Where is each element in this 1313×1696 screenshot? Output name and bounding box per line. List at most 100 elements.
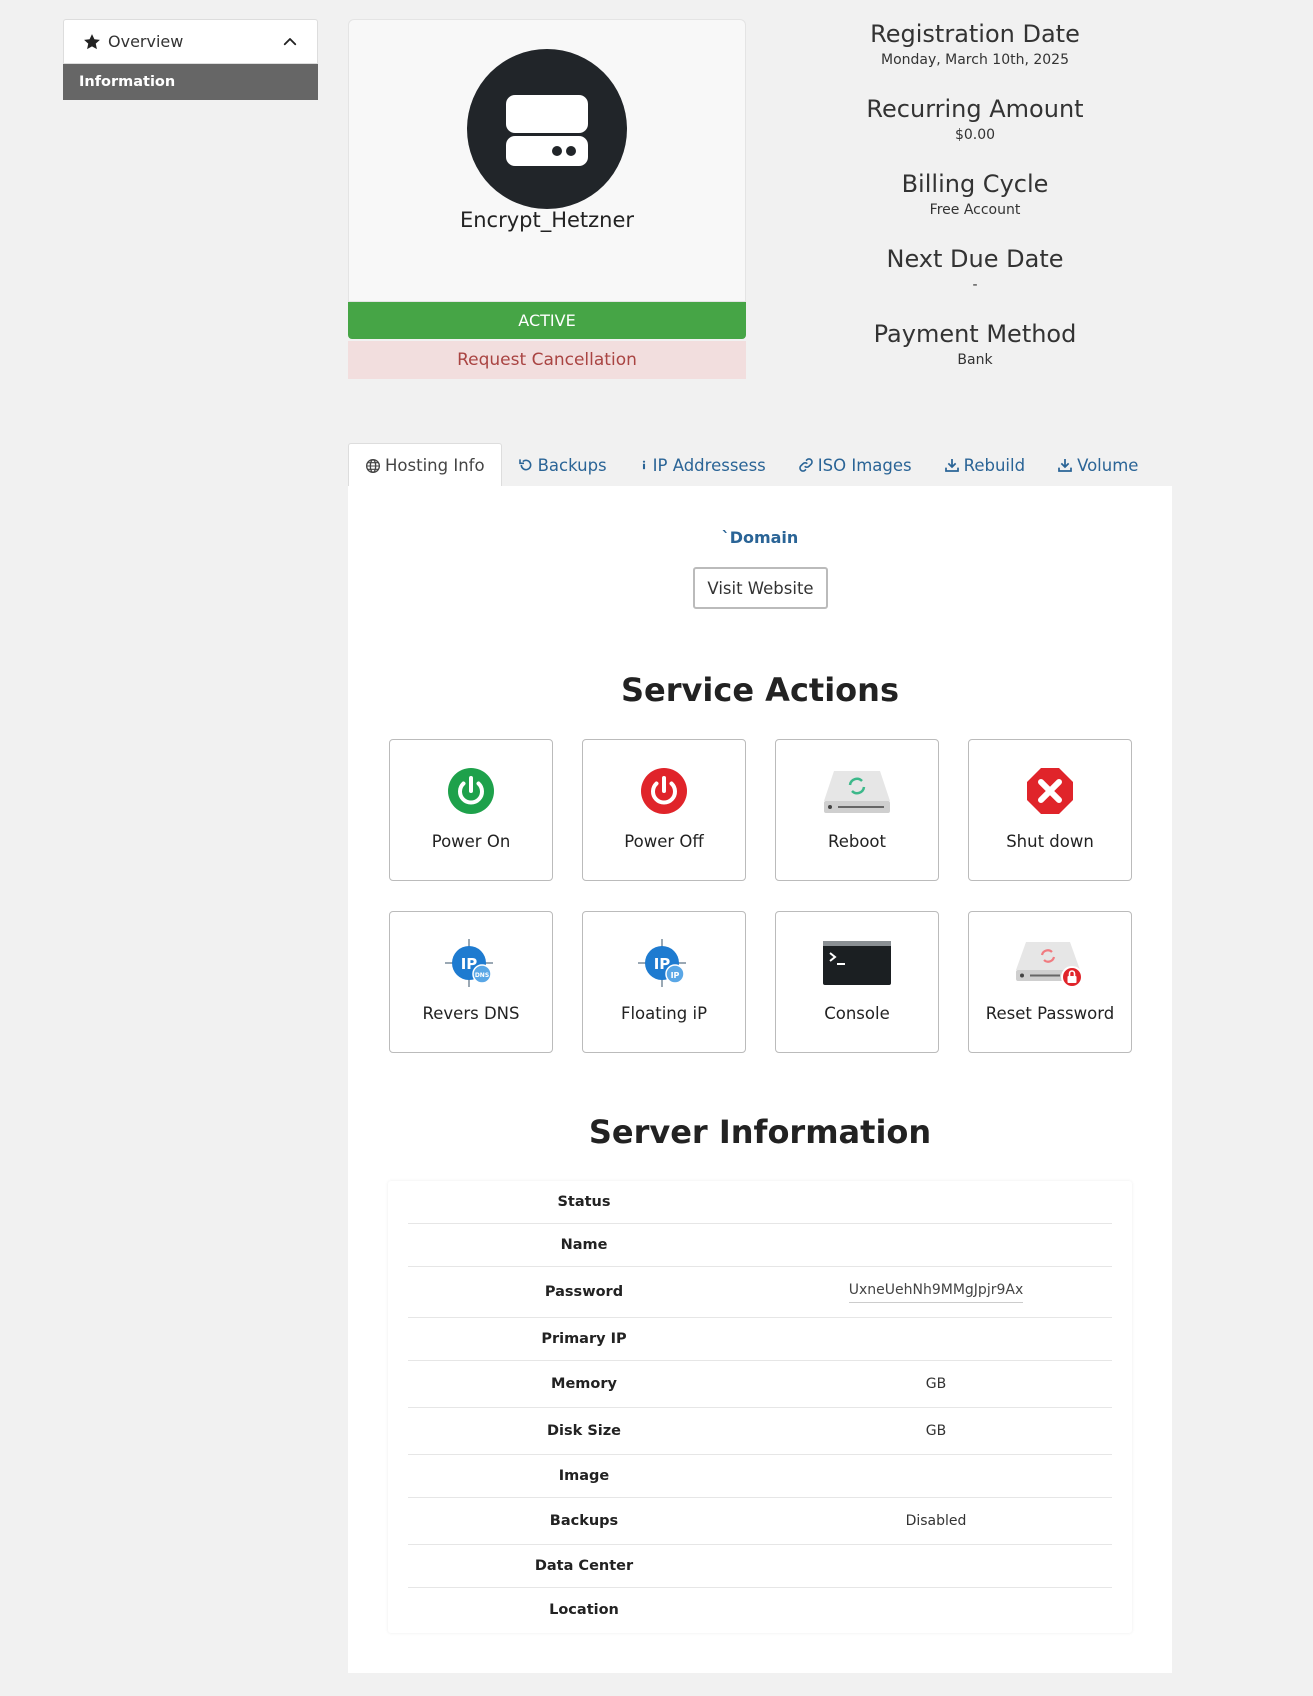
info-value: GB	[925, 1423, 947, 1439]
billing-next-due-date: Next Due Date -	[820, 243, 1130, 318]
server-information-title: Server Information	[588, 1113, 932, 1151]
star-icon	[84, 33, 100, 49]
floating-ip-icon: IP IP	[638, 939, 686, 987]
sidebar-header-overview[interactable]: Overview	[63, 19, 318, 64]
tab-label: Hosting Info	[385, 456, 485, 475]
action-label: Console	[824, 1004, 890, 1023]
sidebar-item-information[interactable]: Information	[63, 64, 318, 100]
info-key: Disk Size	[546, 1423, 621, 1439]
request-cancellation-button[interactable]: Request Cancellation	[348, 341, 746, 379]
tab-label: IP Addressess	[652, 455, 766, 475]
info-key: Backups	[549, 1513, 619, 1529]
svg-text:IP: IP	[671, 971, 680, 980]
billing-info: Registration Date Monday, March 10th, 20…	[820, 18, 1130, 393]
svg-text:DNS: DNS	[475, 972, 489, 979]
info-key: Status	[557, 1194, 611, 1210]
info-key: Memory	[551, 1376, 617, 1392]
reset-password-button[interactable]: Reset Password	[968, 911, 1132, 1053]
reverse-dns-icon: IP DNS	[445, 939, 493, 987]
info-key: Data Center	[534, 1558, 634, 1574]
tab-volume[interactable]: Volume	[1041, 443, 1154, 487]
globe-icon	[366, 458, 380, 473]
floating-ip-button[interactable]: IP IP Floating iP	[582, 911, 746, 1053]
info-key: Name	[560, 1237, 608, 1253]
status-badge: ACTIVE	[348, 302, 746, 339]
console-icon	[823, 941, 891, 985]
download-icon	[1058, 459, 1072, 472]
billing-value: Free Account	[929, 202, 1021, 218]
service-actions-title: Service Actions	[621, 671, 899, 709]
info-key: Image	[558, 1468, 610, 1484]
tab-bar: Hosting Info Backups IP Addressess ISO I…	[348, 443, 1154, 487]
sidebar-header-label: Overview	[108, 32, 184, 51]
info-key: Location	[549, 1601, 619, 1618]
product-name: Encrypt_Hetzner	[459, 208, 635, 232]
power-off-icon	[641, 768, 687, 814]
billing-registration-date: Registration Date Monday, March 10th, 20…	[820, 18, 1130, 93]
server-info-table: Status Name Password UxneUehNh9MMgJpjr9A…	[388, 1181, 1132, 1633]
server-icon	[467, 49, 627, 209]
download-icon	[944, 459, 959, 472]
table-row: Data Center	[408, 1545, 1112, 1588]
reverse-dns-button[interactable]: IP DNS Revers DNS	[389, 911, 553, 1053]
billing-value: Monday, March 10th, 2025	[880, 52, 1069, 68]
billing-value: Bank	[957, 352, 993, 368]
billing-label: Billing Cycle	[901, 170, 1049, 198]
billing-label: Payment Method	[873, 320, 1077, 348]
info-value: Disabled	[905, 1513, 967, 1529]
info-key: Password	[544, 1284, 624, 1300]
action-label: Power On	[431, 832, 511, 851]
tab-label: Rebuild	[963, 455, 1026, 475]
action-label: Reboot	[827, 832, 886, 851]
action-label: Shut down	[1006, 832, 1094, 851]
table-row: Password UxneUehNh9MMgJpjr9Ax	[408, 1267, 1112, 1318]
tab-backups[interactable]: Backups	[502, 443, 623, 487]
history-icon	[518, 459, 531, 471]
info-value: GB	[925, 1376, 947, 1392]
tab-iso-images[interactable]: ISO Images	[782, 443, 928, 487]
info-value: UxneUehNh9MMgJpjr9Ax	[760, 1282, 1112, 1303]
visit-website-button[interactable]: Visit Website	[693, 567, 828, 609]
billing-cycle: Billing Cycle Free Account	[820, 168, 1130, 243]
info-key: Primary IP	[541, 1331, 627, 1347]
billing-recurring-amount: Recurring Amount $0.00	[820, 93, 1130, 168]
product-group: Servers	[512, 260, 582, 281]
sidebar: Overview Information	[63, 19, 318, 100]
action-label: Floating iP	[620, 1004, 708, 1023]
action-label: Revers DNS	[422, 1004, 520, 1023]
power-off-button[interactable]: Power Off	[582, 739, 746, 881]
power-on-button[interactable]: Power On	[389, 739, 553, 881]
billing-value: $0.00	[954, 127, 996, 143]
power-on-icon	[448, 768, 494, 814]
sidebar-item-label: Information	[79, 74, 176, 90]
action-label: Reset Password	[985, 1004, 1115, 1023]
tab-label: ISO Images	[817, 455, 912, 475]
link-icon	[798, 458, 813, 472]
billing-value: -	[972, 277, 978, 293]
chevron-up-icon[interactable]	[281, 33, 299, 51]
billing-label: Recurring Amount	[866, 95, 1084, 123]
table-row: Image	[408, 1455, 1112, 1498]
table-row: Location	[408, 1588, 1112, 1631]
password-field[interactable]: UxneUehNh9MMgJpjr9Ax	[848, 1282, 1024, 1303]
reboot-button[interactable]: Reboot	[775, 739, 939, 881]
domain-link[interactable]: `Domain	[348, 528, 1172, 547]
table-row: Backups Disabled	[408, 1498, 1112, 1545]
tab-label: Backups	[537, 455, 607, 475]
hosting-info-panel: `Domain Visit Website Service Actions Po…	[348, 486, 1172, 1673]
reset-password-icon	[1016, 942, 1083, 988]
tab-label: Volume	[1077, 455, 1139, 475]
shut-down-button[interactable]: Shut down	[968, 739, 1132, 881]
shutdown-icon	[1027, 768, 1073, 814]
console-button[interactable]: Console	[775, 911, 939, 1053]
product-card: Encrypt_Hetzner Servers	[348, 19, 746, 302]
table-row: Name	[408, 1224, 1112, 1267]
table-row: Primary IP	[408, 1318, 1112, 1361]
table-row: Memory GB	[408, 1361, 1112, 1408]
tab-ip-addresses[interactable]: IP Addressess	[623, 443, 782, 487]
tab-hosting-info[interactable]: Hosting Info	[348, 443, 502, 487]
tab-rebuild[interactable]: Rebuild	[928, 443, 1041, 487]
info-icon	[642, 460, 645, 470]
billing-label: Registration Date	[870, 20, 1080, 48]
table-row: Disk Size GB	[408, 1408, 1112, 1455]
